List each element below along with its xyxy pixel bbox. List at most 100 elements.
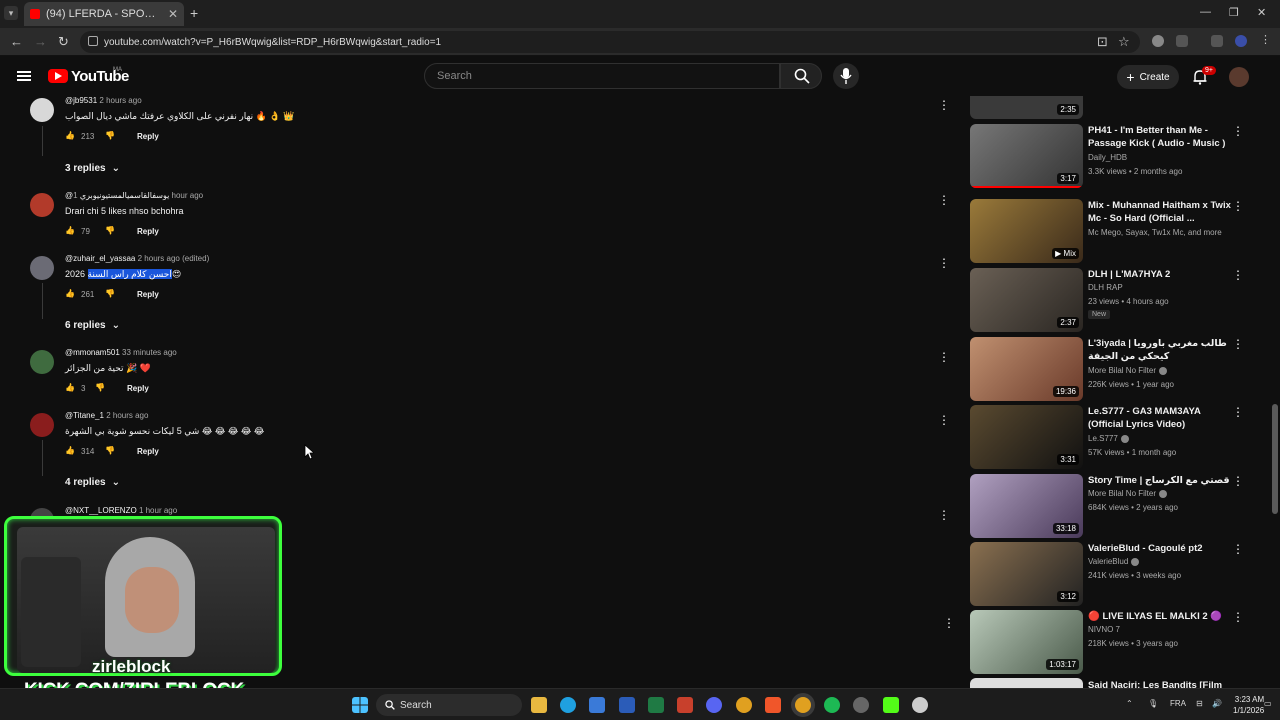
reading-list-icon[interactable]: [1211, 35, 1223, 47]
comment-author[interactable]: @mmonam501: [65, 348, 120, 357]
network-icon[interactable]: ⊟: [1196, 699, 1203, 708]
video-options-icon[interactable]: ⋮: [1232, 124, 1244, 138]
comment-options-icon[interactable]: ⋮: [938, 98, 950, 112]
url-field[interactable]: youtube.com/watch?v=P_H6rBWqwig&list=RDP…: [80, 31, 1140, 53]
store-icon[interactable]: [589, 697, 605, 713]
comment-time[interactable]: 1 hour ago: [139, 506, 177, 515]
notifications-icon[interactable]: ▭: [1264, 699, 1272, 708]
comment-options-icon[interactable]: ⋮: [938, 193, 950, 207]
video-thumbnail[interactable]: 3:31: [970, 405, 1083, 469]
comment-time[interactable]: 33 minutes ago: [122, 348, 177, 357]
sidebar-video[interactable]: 3:31 Le.S777 - GA3 MAM3AYA (Official Lyr…: [970, 405, 1270, 469]
channel-name[interactable]: Daily_HDB: [1088, 153, 1127, 162]
powerpoint-icon[interactable]: [677, 697, 693, 713]
comment-author[interactable]: @Titane_1: [65, 411, 104, 420]
voice-search-button[interactable]: [833, 63, 859, 89]
taskbar-search[interactable]: Search: [376, 694, 522, 716]
menu-icon[interactable]: [17, 71, 31, 81]
sidebar-video[interactable]: Said Naciri: Les Bandits [Film: [970, 678, 1270, 688]
app-icon[interactable]: [912, 697, 928, 713]
view-replies-button[interactable]: 6 replies ⌄: [65, 320, 120, 331]
channel-name[interactable]: More Bilal No Filter: [1088, 489, 1168, 498]
taskbar-clock[interactable]: 3:23 AM 1/1/2026: [1233, 694, 1264, 716]
video-thumbnail[interactable]: 2:37: [970, 268, 1083, 332]
comment-options-icon[interactable]: ⋮: [938, 508, 950, 522]
install-app-icon[interactable]: ⊡: [1097, 34, 1108, 50]
minimize-button[interactable]: —: [1200, 6, 1211, 18]
scrollbar-thumb[interactable]: [1272, 404, 1278, 514]
comment-options-icon[interactable]: ⋮: [938, 256, 950, 270]
video-thumbnail[interactable]: 3:12: [970, 542, 1083, 606]
word-icon[interactable]: [619, 697, 635, 713]
video-title[interactable]: PH41 - I'm Better than Me - Passage Kick…: [1088, 124, 1234, 150]
like-icon[interactable]: 👍: [65, 289, 75, 299]
video-options-icon[interactable]: ⋮: [1232, 610, 1244, 624]
video-title[interactable]: Mix - Muhannad Haitham x Twix Mc - So Ha…: [1088, 199, 1234, 225]
avatar[interactable]: [30, 256, 54, 280]
avatar[interactable]: [30, 193, 54, 217]
search-button[interactable]: [780, 63, 822, 89]
dislike-icon[interactable]: 👎: [105, 446, 115, 456]
maximize-button[interactable]: ❐: [1229, 6, 1239, 19]
channel-name[interactable]: Le.S777: [1088, 434, 1129, 443]
sidebar-video[interactable]: 2:37 DLH | L'MA7HYA 2 DLH RAP 23 views •…: [970, 268, 1270, 332]
channel-name[interactable]: More Bilal No Filter: [1088, 366, 1168, 375]
video-title[interactable]: Story Time | قصتي مع الكرساج: [1088, 474, 1234, 487]
sidebar-video[interactable]: 2:35: [970, 96, 1270, 119]
sidebar-video[interactable]: ▶ Mix Mix - Muhannad Haitham x Twix Mc -…: [970, 199, 1270, 263]
video-options-icon[interactable]: ⋮: [1232, 268, 1244, 282]
close-tab-icon[interactable]: ✕: [168, 7, 178, 21]
video-thumbnail[interactable]: 3:17: [970, 124, 1083, 188]
comment-author[interactable]: @zuhair_el_yassaa: [65, 254, 135, 263]
channel-name[interactable]: DLH RAP: [1088, 283, 1123, 292]
excel-icon[interactable]: [648, 697, 664, 713]
sidebar-video[interactable]: 1:03:17 🔴 LIVE ILYAS EL MALKI 2 🟣 NIVNO …: [970, 610, 1270, 674]
sidebar-video[interactable]: 3:17 PH41 - I'm Better than Me - Passage…: [970, 124, 1270, 188]
tray-chevron-icon[interactable]: ⌃: [1126, 699, 1133, 708]
sidebar-video[interactable]: 19:36 L'3iyada | طالب مغربي باورويا كيحك…: [970, 337, 1270, 401]
dislike-icon[interactable]: 👎: [95, 383, 105, 393]
youtube-logo-icon[interactable]: [48, 69, 68, 83]
view-replies-button[interactable]: 4 replies ⌄: [65, 477, 120, 488]
video-options-icon[interactable]: ⋮: [1232, 199, 1244, 213]
reload-button[interactable]: ↻: [58, 34, 69, 50]
tab-search-button[interactable]: ▾: [4, 6, 18, 20]
spotify-icon[interactable]: [824, 697, 840, 713]
edge-icon[interactable]: [560, 697, 576, 713]
extension-icon[interactable]: [1152, 35, 1164, 47]
account-avatar[interactable]: [1229, 67, 1249, 87]
new-tab-button[interactable]: +: [190, 5, 198, 21]
channel-name[interactable]: NIVNO 7: [1088, 625, 1120, 634]
language-indicator[interactable]: FRA: [1170, 699, 1186, 708]
sidebar-video[interactable]: 33:18 Story Time | قصتي مع الكرساج More …: [970, 474, 1270, 538]
comment-time[interactable]: 2 hours ago: [106, 411, 148, 420]
browser-tab[interactable]: (94) LFERDA - SPOWNOEL ( PRO ✕: [24, 2, 184, 26]
avatar[interactable]: [30, 98, 54, 122]
reply-button[interactable]: Reply: [137, 227, 159, 236]
page-scrollbar[interactable]: [1272, 98, 1278, 680]
video-title[interactable]: ValerieBlud - Cagoulé pt2: [1088, 542, 1234, 555]
reply-button[interactable]: Reply: [137, 447, 159, 456]
discord-icon[interactable]: [706, 697, 722, 713]
video-options-icon[interactable]: ⋮: [1232, 337, 1244, 351]
like-icon[interactable]: 👍: [65, 226, 75, 236]
video-thumbnail[interactable]: 1:03:17: [970, 610, 1083, 674]
site-info-icon[interactable]: [88, 36, 98, 46]
back-button[interactable]: ←: [10, 34, 23, 49]
video-options-icon[interactable]: ⋮: [1232, 405, 1244, 419]
like-icon[interactable]: 👍: [65, 131, 75, 141]
extensions-puzzle-icon[interactable]: [1176, 35, 1188, 47]
like-icon[interactable]: 👍: [65, 446, 75, 456]
video-thumbnail[interactable]: ▶ Mix: [970, 199, 1083, 263]
view-replies-button[interactable]: 3 replies ⌄: [65, 163, 120, 174]
video-title[interactable]: 🔴 LIVE ILYAS EL MALKI 2 🟣: [1088, 610, 1234, 623]
comment-options-icon[interactable]: ⋮: [938, 350, 950, 364]
avatar[interactable]: [30, 350, 54, 374]
video-thumbnail[interactable]: 19:36: [970, 337, 1083, 401]
comment-author[interactable]: @jb9531: [65, 96, 97, 105]
video-thumbnail[interactable]: 2:35: [970, 96, 1083, 119]
video-title[interactable]: L'3iyada | طالب مغربي باورويا كيحكي من ا…: [1088, 337, 1234, 363]
microphone-tray-icon[interactable]: 🎙: [1148, 699, 1158, 708]
reply-button[interactable]: Reply: [127, 384, 149, 393]
obs-icon[interactable]: [853, 697, 869, 713]
